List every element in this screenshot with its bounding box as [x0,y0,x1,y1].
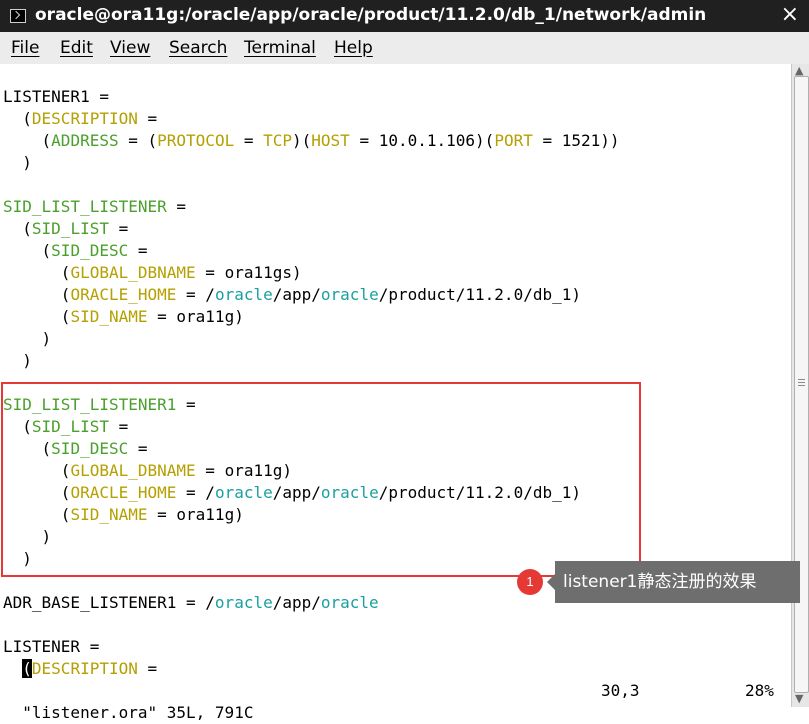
annotation-badge: 1 [517,569,543,595]
code-token: SID_LIST [31,219,109,238]
code-token: oracle [320,593,379,612]
terminal-icon [10,9,26,23]
code-token: /app/ [272,593,321,612]
code-token: TCP [263,131,293,150]
code-line: ADR_BASE_LISTENER1 = /oracle/app/oracle [3,592,379,614]
window-title: oracle@ora11g:/oracle/app/oracle/product… [35,5,707,25]
code-line: (ORACLE_HOME = /oracle/app/oracle/produc… [3,284,581,306]
code-line: (ADDRESS = (PROTOCOL = TCP)(HOST = 10.0.… [3,130,620,152]
status-percent: 28% [745,681,774,700]
code-token: oracle [320,285,379,304]
code-line: ) [3,328,52,350]
code-token: GLOBAL_DBNAME [70,263,196,282]
code-line: SID_LIST_LISTENER = [3,196,186,218]
code-token: oracle [214,285,273,304]
menu-file[interactable]: File [11,38,39,58]
code-token: ) [3,329,52,348]
scroll-down-icon[interactable]: ▼ [795,692,803,705]
code-line: (DESCRIPTION = [3,108,157,130]
code-token: DESCRIPTION [31,659,138,678]
menu-search[interactable]: Search [169,38,227,58]
menu-edit[interactable]: Edit [60,38,93,58]
code-token: /app/ [272,285,321,304]
code-token: PROTOCOL [157,131,235,150]
code-line: ) [3,152,32,174]
code-line: (SID_DESC = [3,240,148,262]
menu-terminal[interactable]: Terminal [244,38,316,58]
code-token: ( [3,131,52,150]
code-token: = [137,659,158,678]
code-line: ) [3,350,32,372]
code-token: = 1521)) [532,131,620,150]
vim-status-line: "listener.ora" 35L, 791C [3,680,253,722]
annotation-text: listener1静态注册的效果 [555,561,800,603]
menu-bar: File Edit View Search Terminal Help [0,32,809,65]
callout-arrow [547,574,555,590]
code-line: LISTENER = [3,636,99,658]
code-token: LISTENER1 = [3,87,109,106]
code-token: ( [3,241,52,260]
code-token: = [234,131,264,150]
code-token: ADR_BASE_LISTENER1 = / [3,593,215,612]
close-icon[interactable]: × [781,1,799,29]
code-token: LISTENER = [3,637,100,656]
code-line: (DESCRIPTION = [3,658,157,680]
code-token: = [108,219,129,238]
code-token: DESCRIPTION [31,109,138,128]
code-token: = / [176,285,215,304]
code-token: SID_DESC [51,241,129,260]
code-token: ( [3,263,71,282]
code-token: ADDRESS [51,131,119,150]
code-token: ( [3,307,71,326]
grip-line [798,382,805,383]
code-token: SID_NAME [70,307,148,326]
code-token: = [128,241,148,260]
code-token: = 10.0.1.106)( [349,131,495,150]
code-token: = [166,197,187,216]
vertical-scrollbar[interactable]: ▲ ▼ [791,64,809,707]
title-bar: oracle@ora11g:/oracle/app/oracle/product… [0,0,809,32]
code-line: (SID_NAME = ora11g) [3,306,244,328]
code-token: ) [3,153,32,172]
code-line: (SID_LIST = [3,218,128,240]
code-token: = ora11gs) [195,263,302,282]
code-token: = ora11g) [147,307,244,326]
menu-help[interactable]: Help [334,38,373,58]
code-token: ( [3,219,32,238]
code-token: PORT [494,131,533,150]
code-token: )( [292,131,312,150]
code-token: = ( [118,131,158,150]
status-position: 30,3 [601,681,640,700]
text-cursor: ( [22,659,32,678]
code-token: ( [3,109,32,128]
code-token: ( [3,285,71,304]
code-token: /product/11.2.0/db_1) [378,285,581,304]
status-file: "listener.ora" 35L, 791C [22,703,254,722]
code-token: = [137,109,158,128]
grip-line [798,385,805,386]
code-token: SID_LIST_LISTENER [3,197,167,216]
code-token: oracle [214,593,273,612]
code-token: HOST [311,131,350,150]
code-line: (GLOBAL_DBNAME = ora11gs) [3,262,302,284]
code-token: ) [3,351,32,370]
code-line: LISTENER1 = [3,86,109,108]
grip-line [798,379,805,380]
code-token: ORACLE_HOME [70,285,177,304]
menu-view[interactable]: View [110,38,150,58]
highlight-box [1,382,641,577]
